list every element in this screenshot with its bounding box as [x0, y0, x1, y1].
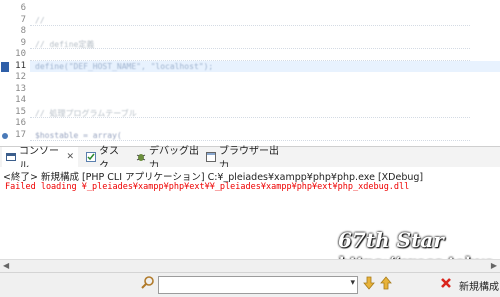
arrow-up-icon[interactable]	[380, 276, 392, 293]
launch-config-label[interactable]: 新規構成	[459, 278, 499, 293]
line-number: 16	[15, 118, 26, 128]
code-editor[interactable]: 6 7 8 9 10 11 12 13 14 15 16 17 // // define定義 define…	[0, 0, 500, 142]
line-number: 11	[15, 60, 26, 71]
scroll-left-icon[interactable]: ◀	[3, 261, 9, 270]
separator-line	[30, 140, 470, 141]
view-tab-bar: コンソール ✕ タスク デバッグ出力 ブラウザー出力	[0, 146, 500, 172]
tasks-icon	[86, 152, 96, 162]
tab-console[interactable]: コンソール ✕	[2, 146, 78, 172]
scroll-right-icon[interactable]: ▶	[491, 261, 497, 270]
line-number: 10	[15, 49, 26, 59]
browser-output-icon	[206, 152, 216, 162]
close-icon[interactable]: ✕	[66, 152, 74, 162]
tab-debug-output[interactable]: デバッグ出力	[132, 146, 200, 172]
separator-line	[30, 48, 470, 49]
tab-browser-output[interactable]: ブラウザー出力	[202, 146, 284, 172]
separator-line	[30, 59, 470, 61]
chevron-down-icon[interactable]: ▾	[350, 278, 355, 288]
search-input[interactable]: ▾	[158, 276, 358, 294]
code-line[interactable]: // define定義	[35, 39, 94, 50]
terminate-icon[interactable]	[440, 277, 452, 292]
watermark-title: 67th Star	[338, 228, 444, 252]
code-line[interactable]: // 処理プログラムテーブル	[35, 108, 137, 119]
line-number-gutter: 6 7 8 9 10 11 12 13 14 15 16 17	[0, 0, 30, 142]
console-error-line[interactable]: Failed loading ¥_pleiades¥xampp¥php¥ext¥…	[5, 182, 409, 192]
console-status: <終了> 新規構成 [PHP CLI アプリケーション] C:¥_pleiade…	[3, 172, 424, 183]
search-icon[interactable]	[141, 275, 155, 292]
line-number: 6	[20, 3, 26, 13]
arrow-down-icon[interactable]	[363, 276, 375, 293]
bookmark-icon[interactable]	[1, 61, 9, 72]
line-number: 7	[20, 14, 26, 25]
code-line[interactable]: //	[35, 16, 45, 25]
bottom-toolbar: ▾ 新規構成	[0, 272, 500, 297]
line-number: 15	[15, 106, 26, 117]
separator-line	[30, 25, 470, 26]
debug-output-icon	[136, 152, 146, 162]
breakpoint-icon[interactable]	[2, 132, 8, 139]
line-number: 8	[20, 26, 26, 36]
line-number: 13	[15, 83, 26, 94]
line-number: 17	[15, 129, 26, 140]
code-line[interactable]: define("DEF_HOST_NAME", "localhost");	[35, 62, 213, 71]
code-line[interactable]: $hostable = array(	[35, 131, 122, 140]
horizontal-scrollbar[interactable]: ◀ ▶	[0, 259, 500, 272]
console-icon	[6, 152, 16, 162]
line-number: 9	[20, 37, 26, 48]
line-number: 14	[15, 95, 26, 105]
tab-tasks[interactable]: タスク	[82, 146, 128, 172]
line-number: 12	[15, 72, 26, 82]
